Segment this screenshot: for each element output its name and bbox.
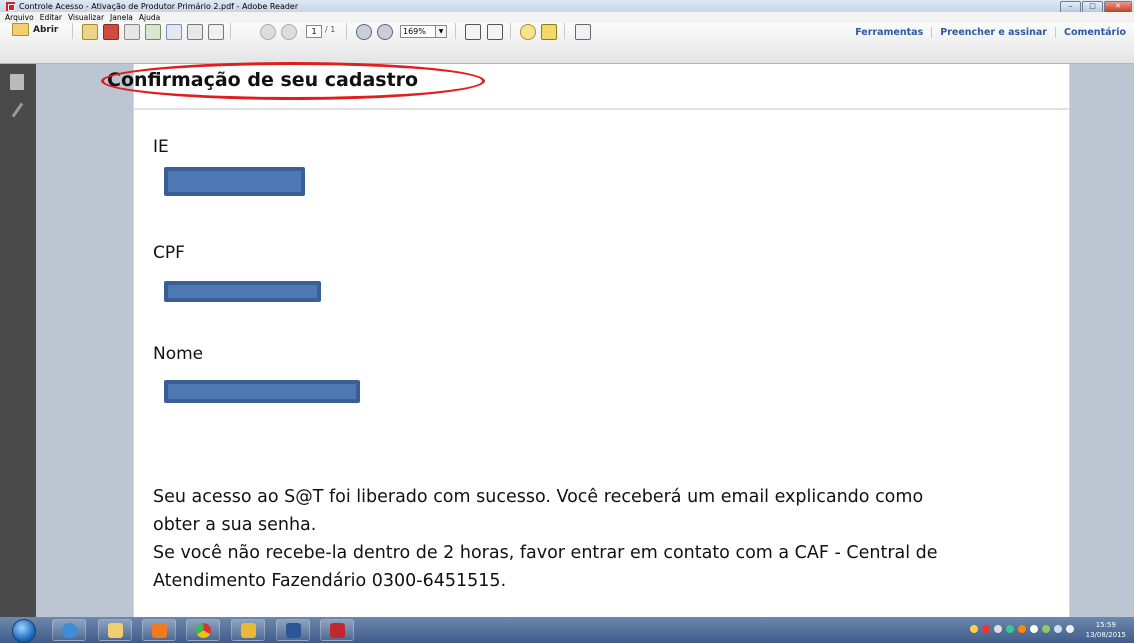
toolbar-separator [455,23,456,39]
save-icon[interactable] [166,24,182,40]
highlight-icon[interactable] [541,24,557,40]
redacted-ie-value [164,167,305,196]
toolbar-separator [564,23,565,39]
fit-width-icon[interactable] [487,24,503,40]
menu-ajuda[interactable]: Ajuda [139,13,160,22]
field-label-nome: Nome [153,344,204,364]
window-title-bar: Controle Acesso - Ativação de Produtor P… [0,0,1134,13]
open-label: Abrir [33,24,59,35]
adobe-reader-icon [329,622,345,638]
fit-page-icon[interactable] [465,24,481,40]
menu-bar: Arquivo Editar Visualizar Janela Ajuda [0,12,1134,23]
zoom-out-icon[interactable] [356,24,372,40]
page-count: / 1 [325,25,336,34]
tray-icon[interactable] [1042,625,1050,633]
zoom-in-icon[interactable] [377,24,393,40]
toolbar-separator [72,23,73,39]
tools-link[interactable]: Ferramentas [847,27,931,38]
adobe-reader-icon [6,1,15,11]
windows-taskbar: 15:59 13/08/2015 [0,617,1134,643]
network-icon[interactable] [1054,625,1062,633]
chrome-icon [195,622,211,638]
window-title: Controle Acesso - Ativação de Produtor P… [19,1,299,11]
media-player-icon [151,622,167,638]
create-pdf-icon[interactable] [82,24,98,40]
comment-link[interactable]: Comentário [1054,26,1134,38]
taskbar-apps[interactable] [231,619,265,641]
system-clock[interactable]: 15:59 13/08/2015 [1086,620,1126,640]
menu-editar[interactable]: Editar [40,13,62,22]
message-line: Atendimento Fazendário 0300-6451515. [153,571,507,591]
tray-icon[interactable] [970,625,978,633]
navigation-panel [0,64,37,617]
fill-sign-link[interactable]: Preencher e assinar [931,26,1055,38]
zoom-dropdown[interactable]: ▼ [435,25,447,38]
print-icon[interactable] [187,24,203,40]
confirmation-message: Seu acesso ao S@T foi liberado com suces… [153,483,983,595]
flag-icon[interactable] [1030,625,1038,633]
toolbar-separator [346,23,347,39]
taskbar-explorer[interactable] [98,619,132,641]
clock-time: 15:59 [1095,621,1116,629]
taskbar-chrome[interactable] [186,619,220,641]
acrobat-icon[interactable] [103,24,119,40]
pages-icon[interactable] [10,74,24,90]
grid-icon [240,622,256,638]
start-button[interactable] [12,619,36,643]
toolbar-right-links: Ferramentas Preencher e assinar Comentár… [847,23,1134,41]
folder-icon [107,622,123,638]
next-page-icon[interactable] [281,24,297,40]
menu-visualizar[interactable]: Visualizar [68,13,104,22]
tray-icon[interactable] [994,625,1002,633]
folder-icon [12,23,29,36]
taskbar-adobe-reader[interactable] [320,619,354,641]
open-button[interactable]: Abrir [12,23,58,36]
attachment-icon[interactable] [11,102,24,118]
taskbar-ie[interactable] [52,619,86,641]
internet-explorer-icon [61,622,77,638]
word-icon [285,622,301,638]
fullscreen-icon[interactable] [575,24,591,40]
toolbar-separator [230,23,231,39]
previous-page-icon[interactable] [260,24,276,40]
menu-arquivo[interactable]: Arquivo [5,13,34,22]
message-line: obter a sua senha. [153,515,317,535]
system-tray [970,625,1074,633]
page-divider [134,108,1069,110]
redacted-nome-value [164,380,360,403]
menu-janela[interactable]: Janela [110,13,133,22]
volume-icon[interactable] [1066,625,1074,633]
tray-icon[interactable] [1018,625,1026,633]
tray-icon[interactable] [1006,625,1014,633]
clock-date: 13/08/2015 [1085,631,1126,639]
message-line: Se você não recebe-la dentro de 2 horas,… [153,543,938,563]
zoom-input[interactable]: 169% [400,25,436,38]
message-line: Seu acesso ao S@T foi liberado com suces… [153,487,924,507]
edit-icon[interactable] [124,24,140,40]
redacted-cpf-value [164,281,321,302]
email-icon[interactable] [208,24,224,40]
share-icon[interactable] [145,24,161,40]
toolbar-separator [510,23,511,39]
page-number-input[interactable]: 1 [306,25,322,38]
tray-icon[interactable] [982,625,990,633]
red-annotation-ellipse [101,62,485,100]
field-label-ie: IE [153,137,169,157]
field-label-cpf: CPF [153,243,185,263]
taskbar-word[interactable] [276,619,310,641]
comment-icon[interactable] [520,24,536,40]
taskbar-media[interactable] [142,619,176,641]
